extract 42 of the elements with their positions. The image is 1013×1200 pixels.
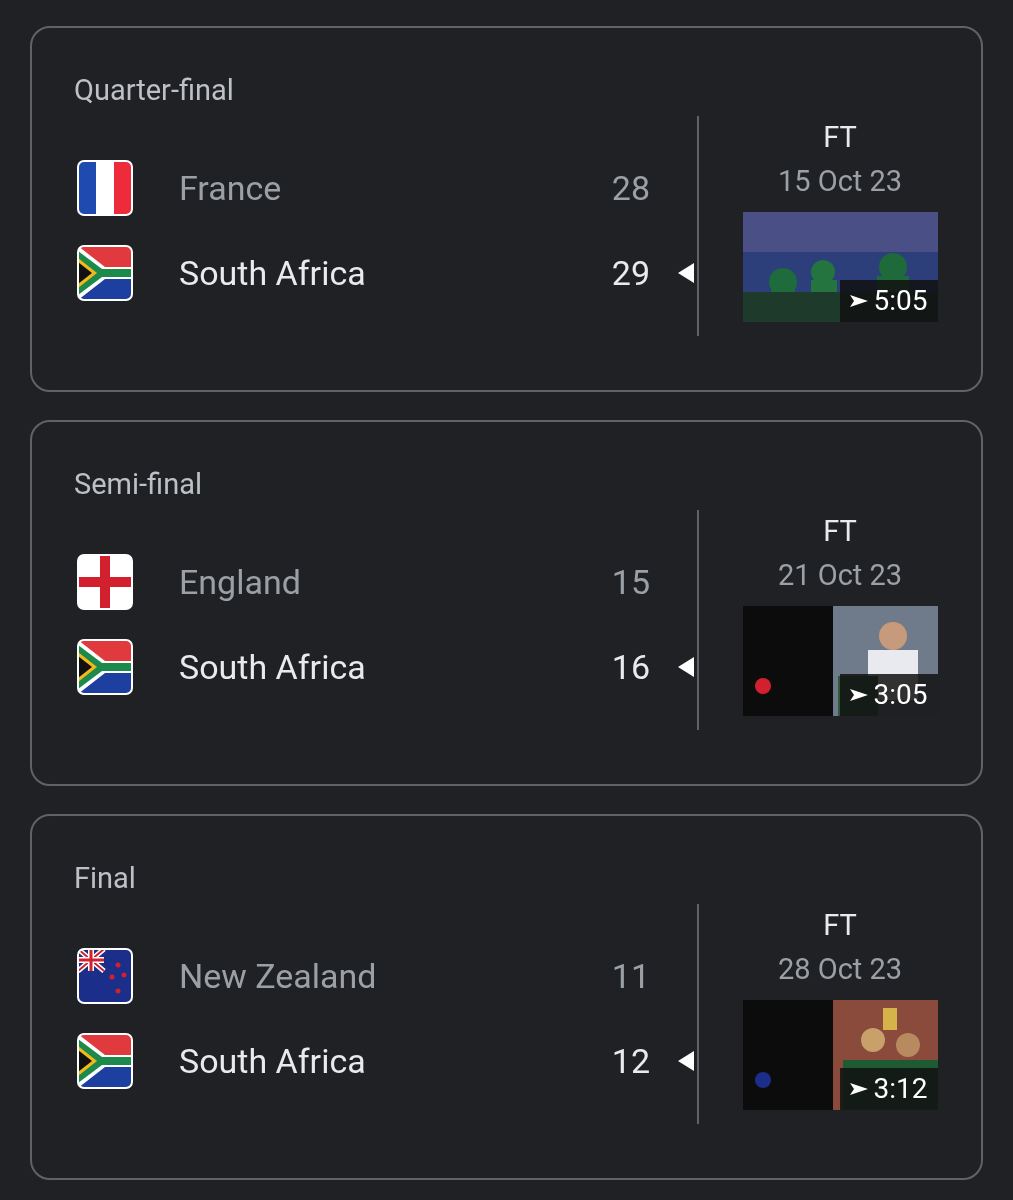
match-date: 21 Oct 23 — [777, 558, 903, 592]
video-thumbnail[interactable]: 3:05 — [742, 606, 938, 716]
team-score: 11 — [611, 955, 650, 996]
play-icon — [849, 1083, 868, 1095]
team-name: South Africa — [179, 1040, 367, 1081]
play-icon — [849, 689, 868, 701]
flag-icon — [77, 553, 133, 610]
duration-label: 5:05 — [839, 280, 938, 322]
flag-icon — [77, 159, 133, 216]
team-name: South Africa — [179, 252, 367, 293]
stage-title: Final — [74, 861, 136, 895]
team-name: England — [179, 561, 302, 602]
flag-icon — [77, 947, 133, 1004]
stage-title: Semi-final — [74, 467, 202, 501]
flag-icon — [77, 244, 133, 301]
flag-icon — [77, 1032, 133, 1089]
play-icon — [849, 295, 868, 307]
match-card[interactable]: Quarter-final France 28 South Africa 29 FT 15 Oct 23 5:05 — [30, 26, 983, 392]
stage-title: Quarter-final — [74, 73, 234, 107]
team-name: France — [179, 167, 283, 208]
flag-icon — [77, 638, 133, 695]
team-score: 28 — [611, 167, 650, 208]
team-score: 12 — [611, 1040, 650, 1081]
duration-label: 3:12 — [839, 1068, 938, 1110]
match-status: FT — [823, 908, 857, 942]
match-card[interactable]: Final New Zealand 11 South Africa 12 FT 28 Oct 23 3:12 — [30, 814, 983, 1180]
team-name: New Zealand — [179, 955, 378, 996]
team-score: 29 — [611, 252, 650, 293]
winner-arrow-icon — [678, 1050, 694, 1071]
match-date: 15 Oct 23 — [777, 164, 903, 198]
match-status: FT — [823, 514, 857, 548]
team-score: 15 — [611, 561, 650, 602]
match-date: 28 Oct 23 — [777, 952, 903, 986]
video-thumbnail[interactable]: 3:12 — [742, 1000, 938, 1110]
video-thumbnail[interactable]: 5:05 — [742, 212, 938, 322]
team-score: 16 — [611, 646, 650, 687]
winner-arrow-icon — [678, 262, 694, 283]
winner-arrow-icon — [678, 656, 694, 677]
match-card[interactable]: Semi-final England 15 South Africa 16 FT 21 Oct 23 3:05 — [30, 420, 983, 786]
duration-label: 3:05 — [839, 674, 938, 716]
match-status: FT — [823, 120, 857, 154]
team-name: South Africa — [179, 646, 367, 687]
